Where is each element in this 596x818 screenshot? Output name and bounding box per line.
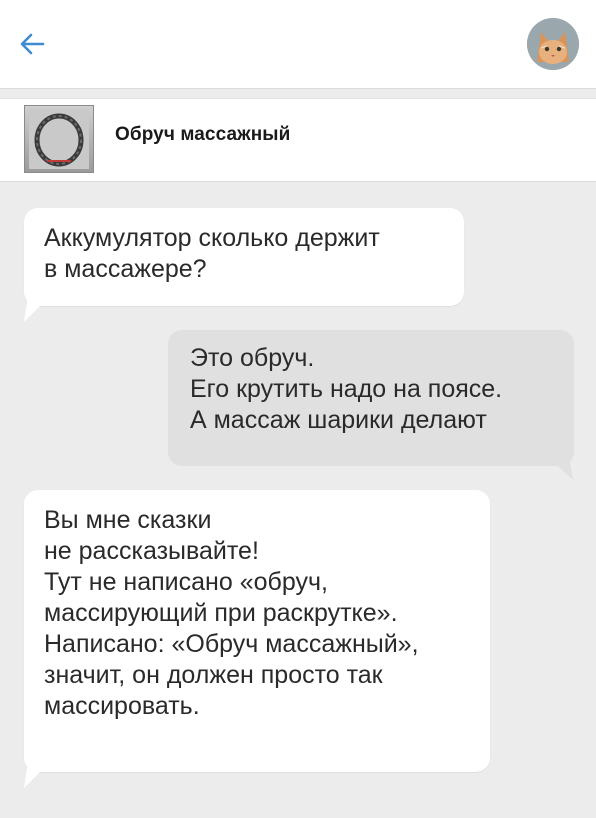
bubble-tail — [547, 456, 573, 480]
arrow-left-icon — [20, 33, 45, 55]
message-text-line: Написано: «Обруч массажный», — [44, 630, 419, 658]
message-text-line: не рассказывайте! — [44, 537, 259, 565]
bubble-tail — [24, 296, 50, 322]
bubble-tail — [24, 762, 50, 788]
message-text-line: А массаж шарики делают — [190, 406, 487, 434]
message-text-line: в массажере? — [44, 255, 207, 283]
product-thumbnail — [24, 105, 94, 173]
message-text-line: Его крутить надо на поясе. — [190, 375, 503, 403]
message-text-line: Тут не написано «обруч, — [44, 568, 328, 596]
message-text-line: массировать. — [44, 692, 200, 720]
product-header[interactable]: Обруч массажный — [0, 98, 596, 182]
message-bubble-outgoing: Это обруч. Его крутить надо на поясе. А … — [168, 330, 574, 466]
user-avatar[interactable] — [527, 18, 579, 70]
message-text-line: значит, он должен просто так — [44, 661, 383, 689]
message-text-line: Это обруч. — [190, 344, 315, 372]
message-bubble-incoming: Аккумулятор сколько держит в массажере? — [24, 208, 464, 306]
product-title: Обруч массажный — [115, 124, 291, 145]
message-bubble-incoming: Вы мне сказки не рассказывайте! Тут не н… — [24, 490, 490, 772]
back-button[interactable] — [14, 28, 50, 60]
message-text-line: Вы мне сказки — [44, 506, 212, 534]
cat-avatar-icon — [527, 18, 579, 70]
hoop-thumbnail-icon — [29, 109, 89, 169]
message-text-line: Аккумулятор сколько держит — [44, 224, 380, 252]
top-app-bar — [0, 0, 596, 89]
message-text-line: массирующий при раскрутке». — [44, 599, 398, 627]
